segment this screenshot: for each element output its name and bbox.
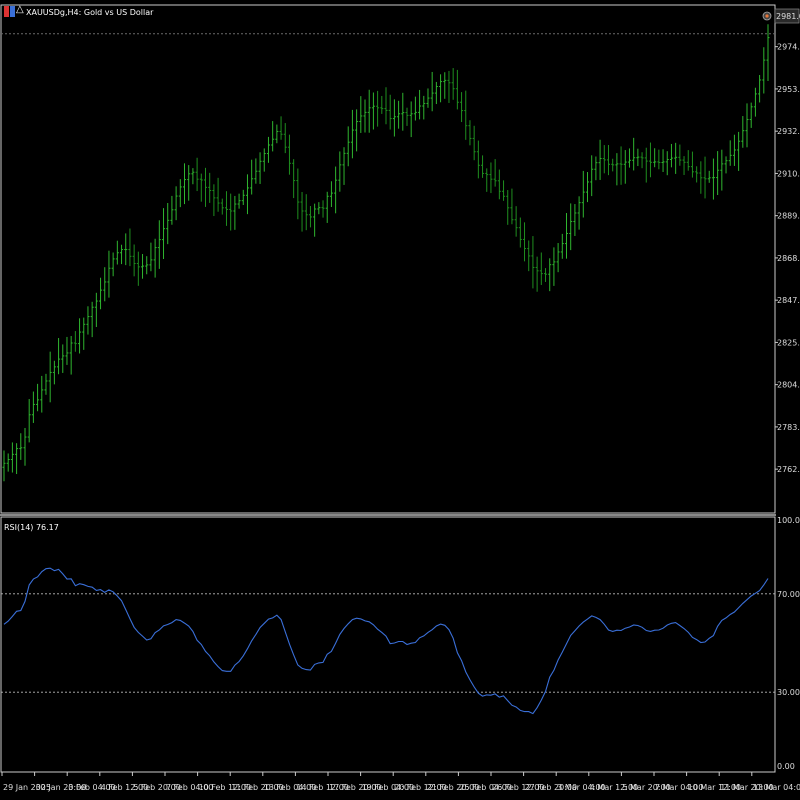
price-axis-label: 2847.05: [777, 296, 800, 305]
price-axis-label: 2910.80: [777, 169, 800, 178]
price-axis-label: 2825.80: [777, 338, 800, 347]
red-bar-icon[interactable]: [4, 6, 9, 17]
price-axis: 2974.55 2953.30 2932.05 2910.80 2889.55 2868.…: [775, 43, 800, 474]
price-axis-label: 2953.30: [777, 85, 800, 94]
time-axis-label: 13 Mar 04:00: [753, 783, 800, 792]
price-axis-label: 2868.30: [777, 254, 800, 263]
price-axis-label: 2932.05: [777, 127, 800, 136]
alert-dot-icon: [765, 14, 769, 18]
last-price-label: 2981.04: [776, 12, 800, 21]
price-axis-label: 2762.05: [777, 465, 800, 474]
rsi-title: RSI(14) 76.17: [4, 523, 59, 532]
price-axis-label: 2783.30: [777, 423, 800, 432]
rsi-axis-label: 70.00: [777, 590, 800, 599]
up-arrow-icon[interactable]: △: [16, 4, 24, 16]
rsi-axis: 100.00 70.00 30.00 0.00: [777, 516, 800, 771]
rsi-panel[interactable]: [0, 516, 776, 773]
price-axis-label: 2804.55: [777, 381, 800, 390]
rsi-axis-label: 100.00: [777, 516, 800, 525]
blue-bar-icon[interactable]: [10, 6, 15, 17]
price-axis-label: 2974.55: [777, 43, 800, 52]
trading-chart[interactable]: 2974.55 2953.30 2932.05 2910.80 2889.55 2868.…: [0, 0, 800, 800]
price-axis-label: 2889.55: [777, 212, 800, 221]
chart-title: XAUUSDg,H4: Gold vs US Dollar: [26, 8, 154, 17]
rsi-axis-label: 30.00: [777, 688, 800, 697]
time-axis: 29 Jan 202530 Jan 20:003 Feb 04:004 Feb …: [1, 772, 800, 792]
rsi-axis-label: 0.00: [777, 762, 795, 771]
